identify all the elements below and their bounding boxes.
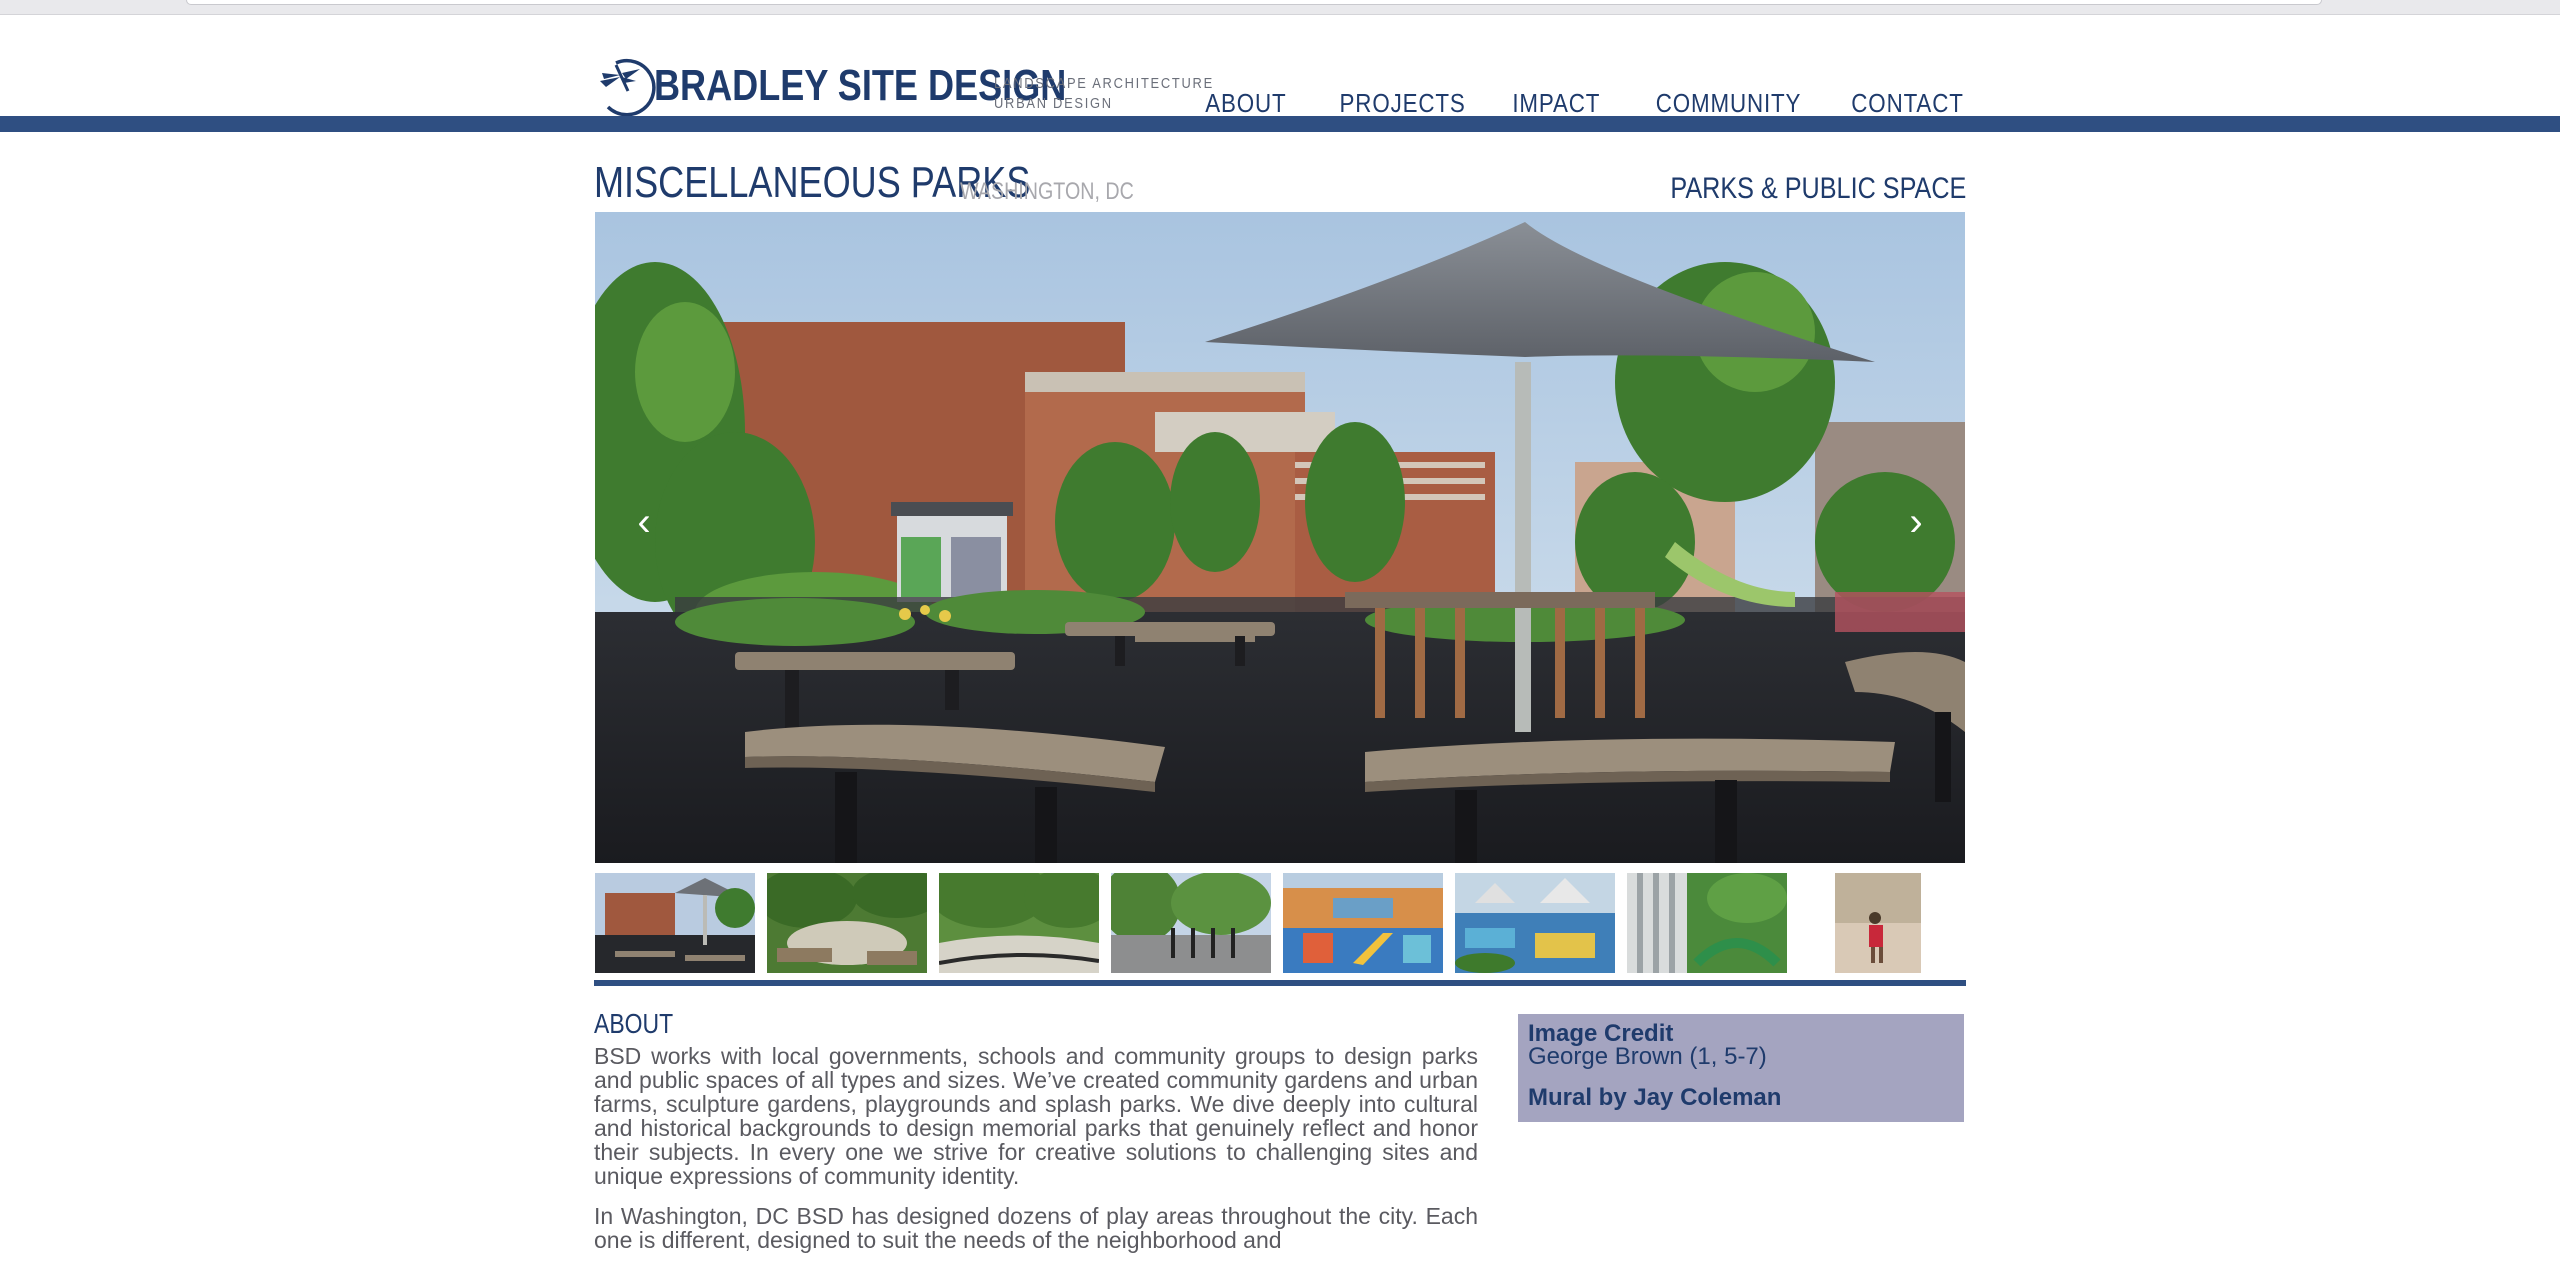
brand-tagline: LANDSCAPE ARCHITECTURE URBAN DESIGN bbox=[994, 74, 1214, 114]
header-divider-bar bbox=[0, 116, 2560, 132]
project-location: WASHINGTON, DC bbox=[960, 178, 1134, 205]
tagline-landscape: LANDSCAPE ARCHITECTURE bbox=[994, 75, 1214, 92]
nav-contact[interactable]: CONTACT bbox=[1852, 88, 1964, 119]
about-heading: ABOUT bbox=[594, 1008, 674, 1039]
browser-toolbar-edge bbox=[0, 0, 2560, 15]
nav-about[interactable]: ABOUT bbox=[1206, 88, 1287, 119]
main-nav: ABOUT PROJECTS IMPACT COMMUNITY CONTACT bbox=[1192, 88, 1964, 119]
dragonfly-logo-icon bbox=[594, 55, 656, 117]
address-bar[interactable] bbox=[186, 0, 2322, 5]
project-title-row: MISCELLANEOUS PARKS WASHINGTON, DC PARKS… bbox=[594, 158, 1966, 212]
project-category[interactable]: PARKS & PUBLIC SPACE bbox=[1670, 172, 1966, 206]
thumbnail-1[interactable] bbox=[595, 873, 755, 973]
nav-community[interactable]: COMMUNITY bbox=[1656, 88, 1802, 119]
logo[interactable]: BRADLEY SITE DESIGN LANDSCAPE ARCHITECTU… bbox=[594, 50, 1212, 122]
thumbnail-strip bbox=[595, 873, 1921, 973]
image-credit-box: Image Credit George Brown (1, 5-7) Mural… bbox=[1518, 1014, 1964, 1122]
thumbnail-8[interactable] bbox=[1835, 873, 1921, 973]
thumbnail-3[interactable] bbox=[939, 873, 1099, 973]
about-text: BSD works with local governments, school… bbox=[594, 1044, 1478, 1268]
thumbnail-7[interactable] bbox=[1627, 873, 1787, 973]
credit-mural: Mural by Jay Coleman bbox=[1528, 1084, 1782, 1111]
hero-image[interactable] bbox=[595, 212, 1965, 863]
thumbnail-2[interactable] bbox=[767, 873, 927, 973]
thumbnail-5[interactable] bbox=[1283, 873, 1443, 973]
chevron-left-icon[interactable]: ‹ bbox=[624, 498, 664, 546]
about-paragraph-2: In Washington, DC BSD has designed dozen… bbox=[594, 1203, 1478, 1253]
thumbnail-4[interactable] bbox=[1111, 873, 1271, 973]
thumbnail-6[interactable] bbox=[1455, 873, 1615, 973]
nav-impact[interactable]: IMPACT bbox=[1512, 88, 1600, 119]
site-header: BRADLEY SITE DESIGN LANDSCAPE ARCHITECTU… bbox=[0, 14, 2560, 118]
nav-projects[interactable]: PROJECTS bbox=[1339, 88, 1465, 119]
credit-photographer: George Brown (1, 5-7) bbox=[1528, 1043, 1767, 1070]
about-paragraph-1: BSD works with local governments, school… bbox=[594, 1043, 1478, 1189]
chevron-right-icon[interactable]: › bbox=[1896, 498, 1936, 546]
tagline-urban: URBAN DESIGN bbox=[994, 95, 1113, 112]
gallery-divider bbox=[594, 980, 1966, 986]
